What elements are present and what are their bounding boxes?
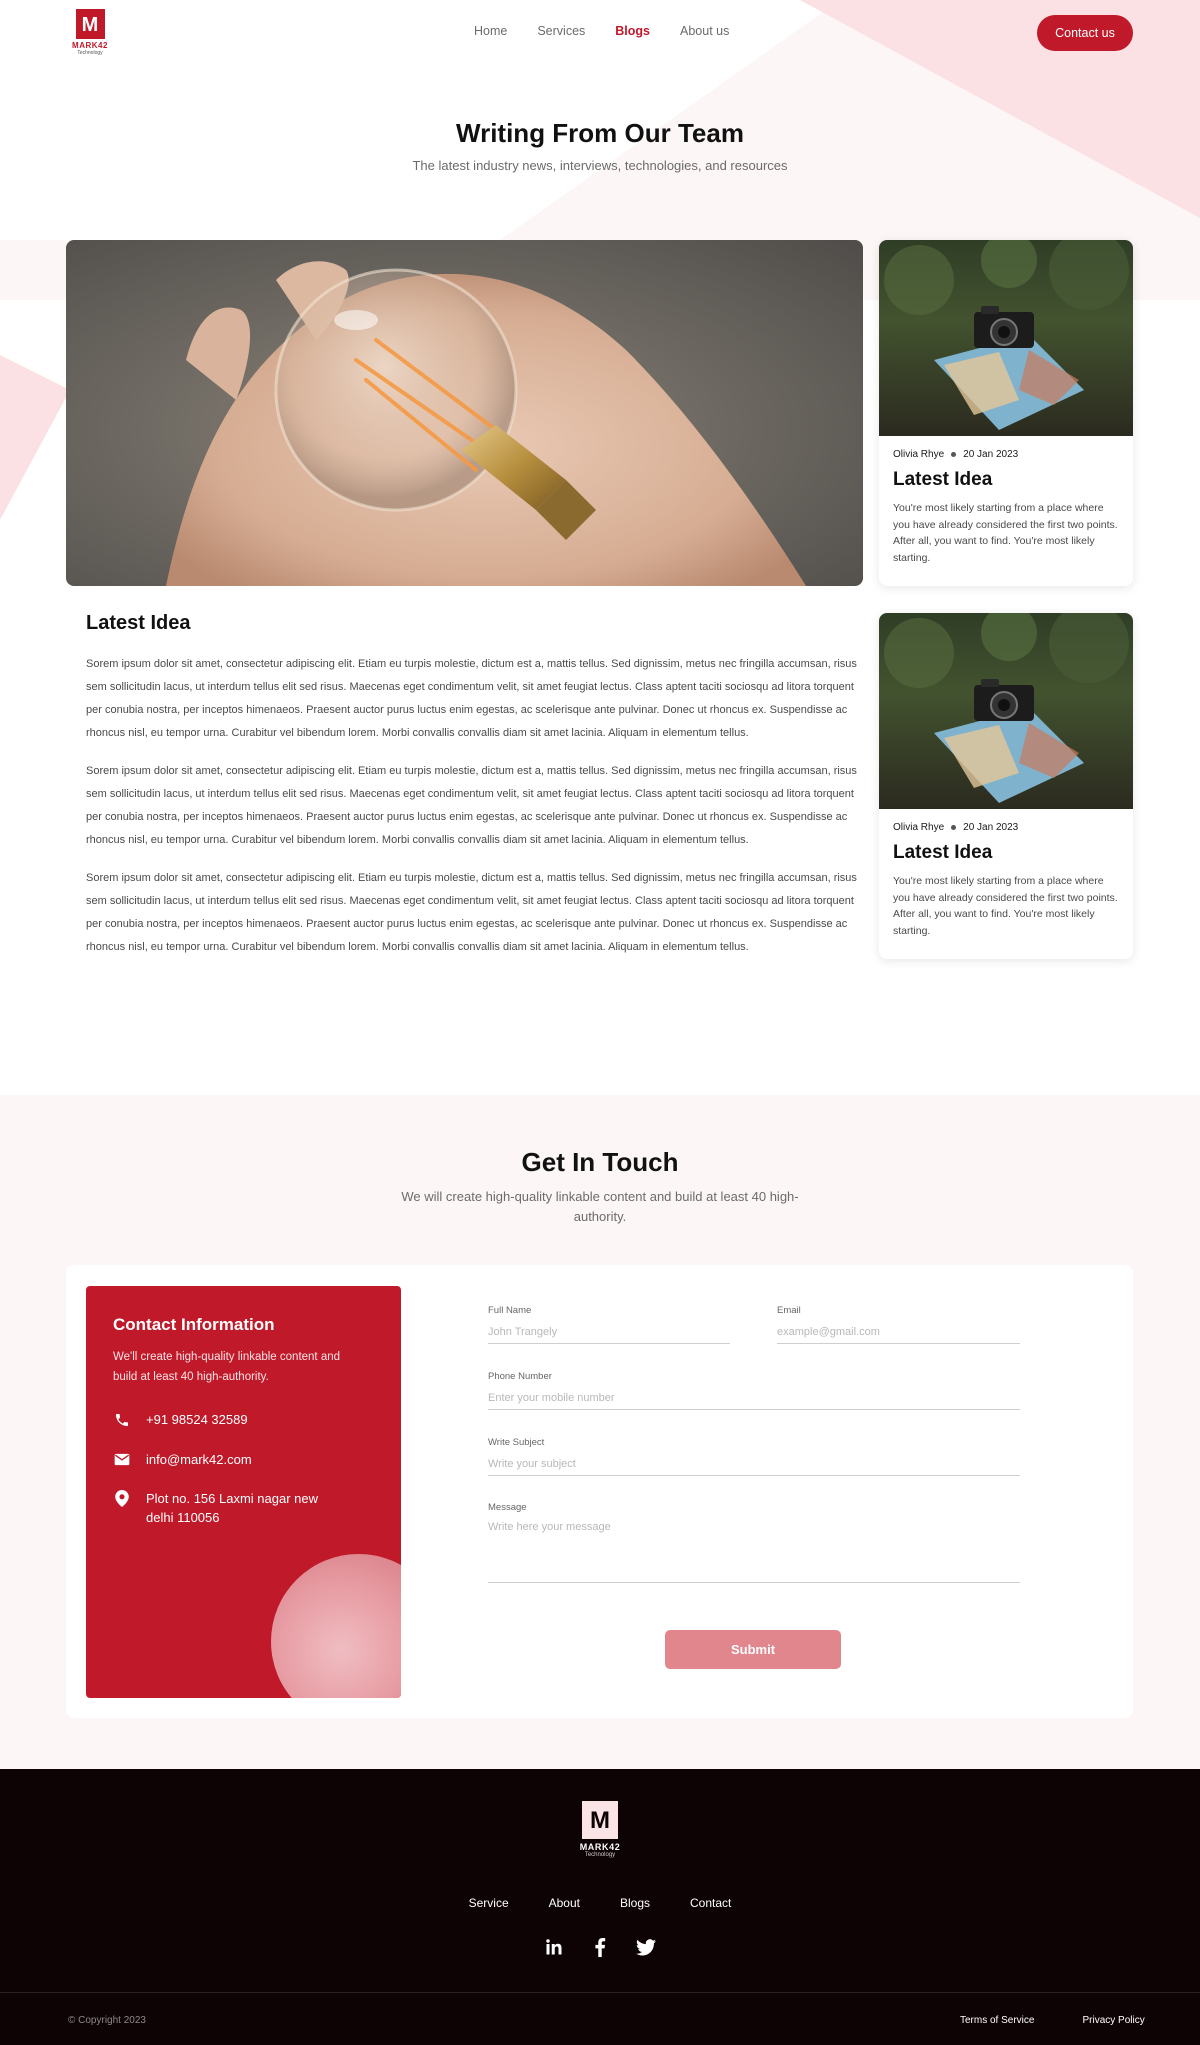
card-title[interactable]: Latest Idea bbox=[893, 469, 1119, 491]
card-body: Olivia Rhye 20 Jan 2023 Latest Idea You'… bbox=[879, 809, 1133, 952]
card-author: Olivia Rhye bbox=[893, 822, 945, 833]
logo-mark: M bbox=[75, 9, 105, 39]
card-meta: Olivia Rhye 20 Jan 2023 bbox=[893, 449, 1119, 460]
card-description: You're most likely starting from a place… bbox=[893, 875, 1118, 937]
card-date: 20 Jan 2023 bbox=[963, 449, 1019, 460]
contact-address: Plot no. 156 Laxmi nagar new delhi 11005… bbox=[113, 1489, 318, 1527]
article-paragraph: Sorem ipsum dolor sit amet, consectetur … bbox=[86, 765, 857, 846]
contact-section-subtitle: We will create high-quality linkable con… bbox=[401, 1189, 799, 1224]
privacy-policy-link[interactable]: Privacy Policy bbox=[1082, 2015, 1144, 2026]
card-image bbox=[879, 613, 1133, 809]
phone-label: Phone Number bbox=[488, 1371, 552, 1382]
footer-nav-blogs[interactable]: Blogs bbox=[620, 1896, 650, 1910]
card-body: Olivia Rhye 20 Jan 2023 Latest Idea You'… bbox=[879, 436, 1133, 579]
social-links bbox=[0, 1937, 1200, 1957]
article-title: Latest Idea bbox=[86, 612, 191, 634]
email-input[interactable] bbox=[777, 1324, 1020, 1344]
nav-blogs[interactable]: Blogs bbox=[615, 24, 650, 38]
phone-field: Phone Number bbox=[488, 1371, 1020, 1410]
contact-information-description: We'll create high-quality linkable conte… bbox=[113, 1351, 341, 1383]
terms-of-service-link[interactable]: Terms of Service bbox=[960, 2015, 1034, 2026]
footer-logo-name: MARK42 bbox=[579, 1842, 621, 1852]
full-name-input[interactable] bbox=[488, 1324, 730, 1344]
contact-phone-text: +91 98524 32589 bbox=[146, 1412, 248, 1427]
full-name-field: Full Name bbox=[488, 1305, 730, 1344]
card-meta: Olivia Rhye 20 Jan 2023 bbox=[893, 822, 1119, 833]
site-footer: M MARK42 Technology Service About Blogs … bbox=[0, 1769, 1200, 2045]
subject-field: Write Subject bbox=[488, 1437, 1020, 1476]
blog-article: Latest Idea Sorem ipsum dolor sit amet, … bbox=[86, 612, 861, 974]
phone-icon bbox=[113, 1411, 130, 1428]
footer-nav: Service About Blogs Contact bbox=[0, 1896, 1200, 1910]
email-label: Email bbox=[777, 1305, 801, 1316]
contact-address-text: Plot no. 156 Laxmi nagar new delhi 11005… bbox=[146, 1489, 318, 1527]
footer-nav-contact[interactable]: Contact bbox=[690, 1896, 731, 1910]
camera-and-map-illustration bbox=[884, 613, 1129, 803]
submit-button[interactable]: Submit bbox=[665, 1630, 841, 1669]
mail-icon bbox=[113, 1451, 130, 1468]
phone-input[interactable] bbox=[488, 1390, 1020, 1410]
contact-us-button[interactable]: Contact us bbox=[1037, 15, 1133, 51]
footer-divider bbox=[0, 1992, 1200, 1993]
blog-card[interactable]: Olivia Rhye 20 Jan 2023 Latest Idea You'… bbox=[879, 613, 1133, 959]
card-title[interactable]: Latest Idea bbox=[893, 842, 1119, 864]
nav-home[interactable]: Home bbox=[474, 24, 507, 38]
brand-logo[interactable]: M MARK42 Technology bbox=[68, 9, 112, 59]
blog-card[interactable]: Olivia Rhye 20 Jan 2023 Latest Idea You'… bbox=[879, 240, 1133, 586]
card-date: 20 Jan 2023 bbox=[963, 822, 1019, 833]
linkedin-icon[interactable] bbox=[544, 1937, 564, 1957]
facebook-icon[interactable] bbox=[590, 1937, 610, 1957]
contact-information-panel: Contact Information We'll create high-qu… bbox=[86, 1286, 401, 1698]
location-pin-icon bbox=[113, 1490, 130, 1507]
contact-email-text: info@mark42.com bbox=[146, 1452, 252, 1467]
page-subtitle: The latest industry news, interviews, te… bbox=[412, 158, 788, 173]
card-image bbox=[879, 240, 1133, 436]
contact-information-title: Contact Information bbox=[113, 1315, 275, 1334]
address-line-1: Plot no. 156 Laxmi nagar new bbox=[146, 1491, 318, 1506]
legal-links: Terms of Service Privacy Policy bbox=[960, 2015, 1145, 2026]
message-input[interactable] bbox=[488, 1519, 1020, 1583]
logo-name: MARK42 bbox=[72, 41, 108, 50]
nav-about-us[interactable]: About us bbox=[680, 24, 729, 38]
footer-nav-service[interactable]: Service bbox=[469, 1896, 509, 1910]
main-nav: Home Services Blogs About us bbox=[474, 24, 729, 38]
meta-separator-dot bbox=[951, 825, 957, 830]
footer-logo[interactable]: M MARK42 Technology bbox=[573, 1801, 627, 1861]
logo-tagline: Technology bbox=[77, 50, 103, 56]
card-author: Olivia Rhye bbox=[893, 449, 945, 460]
meta-separator-dot bbox=[951, 452, 957, 457]
twitter-icon[interactable] bbox=[636, 1937, 656, 1957]
contact-section-title: Get In Touch bbox=[521, 1147, 679, 1177]
article-paragraph: Sorem ipsum dolor sit amet, consectetur … bbox=[86, 872, 857, 953]
message-field: Message bbox=[488, 1502, 1020, 1588]
contact-email[interactable]: info@mark42.com bbox=[113, 1450, 252, 1469]
copyright-text: © Copyright 2023 bbox=[68, 2015, 146, 2026]
full-name-label: Full Name bbox=[488, 1305, 532, 1316]
contact-card: Contact Information We'll create high-qu… bbox=[66, 1265, 1133, 1718]
featured-image[interactable] bbox=[66, 240, 863, 586]
contact-phone[interactable]: +91 98524 32589 bbox=[113, 1410, 248, 1429]
email-field: Email bbox=[777, 1305, 1020, 1344]
footer-nav-about[interactable]: About bbox=[549, 1896, 580, 1910]
camera-and-map-illustration bbox=[884, 240, 1129, 430]
footer-logo-tagline: Technology bbox=[584, 1852, 616, 1858]
page-title: Writing From Our Team bbox=[456, 118, 744, 148]
lightbulb-in-hand-illustration bbox=[166, 261, 806, 586]
message-label: Message bbox=[488, 1502, 527, 1513]
subject-label: Write Subject bbox=[488, 1437, 545, 1448]
article-paragraph: Sorem ipsum dolor sit amet, consectetur … bbox=[86, 658, 857, 739]
nav-services[interactable]: Services bbox=[537, 24, 585, 38]
card-description: You're most likely starting from a place… bbox=[893, 502, 1118, 564]
site-header: M MARK42 Technology Home Services Blogs … bbox=[0, 0, 1200, 66]
decorative-bubble bbox=[271, 1554, 401, 1698]
footer-logo-mark: M bbox=[582, 1801, 618, 1839]
address-line-2: delhi 110056 bbox=[146, 1510, 220, 1525]
subject-input[interactable] bbox=[488, 1456, 1020, 1476]
